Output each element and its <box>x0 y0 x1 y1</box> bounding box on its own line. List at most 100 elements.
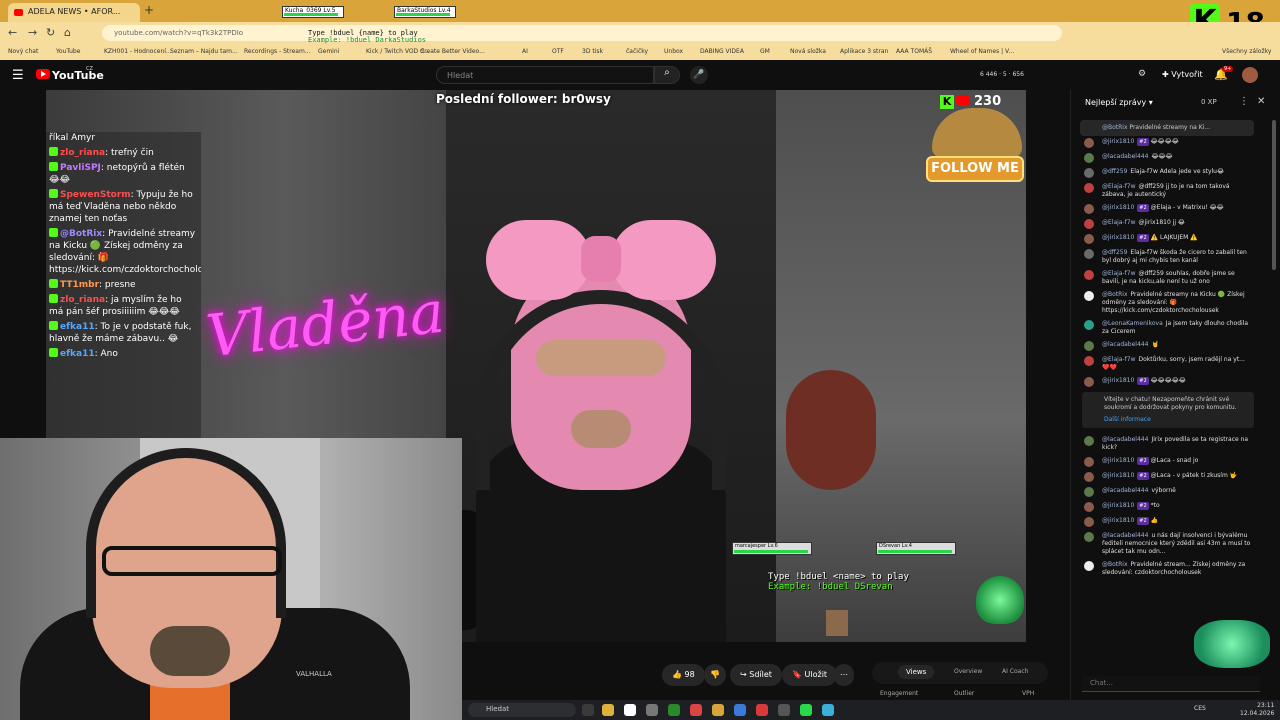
chat-message[interactable]: @lacadabel444 😂😂😂 <box>1082 153 1254 163</box>
chat-avatar[interactable] <box>1084 377 1094 387</box>
tab-views[interactable]: Views <box>898 665 935 679</box>
bookmark-item[interactable]: OTF <box>552 48 564 55</box>
bookmark-item[interactable]: DABING VIDEA <box>700 48 744 55</box>
chat-message[interactable]: @lacadabel444 🤘 <box>1082 341 1254 351</box>
chat-avatar[interactable] <box>1084 532 1094 542</box>
bookmark-item[interactable]: KZH001 - Hodnocení... <box>104 48 172 55</box>
chat-message[interactable]: @Elaja-f7w @dff259 souhlas, dobře jsme se… <box>1082 270 1254 286</box>
chat-avatar[interactable] <box>1084 183 1094 193</box>
bookmark-item[interactable]: čačičky <box>626 48 648 55</box>
youtube-logo-icon[interactable] <box>36 69 50 79</box>
share-button[interactable]: ↪ Sdílet <box>730 664 782 686</box>
chat-message[interactable]: @jirix1810 #2 👍 <box>1082 517 1254 527</box>
bookmark-item[interactable]: 3D tisk <box>582 48 603 55</box>
chat-message[interactable]: @Elaja-f7w Doktůrku, sorry, jsem radějí n… <box>1082 356 1254 372</box>
chat-username[interactable]: @jirix1810 <box>1102 204 1134 211</box>
bookmark-item[interactable]: Recordings - Stream... <box>244 48 311 55</box>
system-clock[interactable]: 23:11 12.04.2026 <box>1240 702 1274 718</box>
chat-input[interactable]: Chat... <box>1082 676 1260 692</box>
chat-username[interactable]: @jirix1810 <box>1102 517 1134 524</box>
forward-icon[interactable]: → <box>28 26 37 39</box>
more-options-icon[interactable]: ⋯ <box>834 664 854 686</box>
chat-avatar[interactable] <box>1084 219 1094 229</box>
chat-avatar[interactable] <box>1084 204 1094 214</box>
chat-menu-icon[interactable]: ⋮ <box>1239 96 1249 107</box>
chat-message[interactable]: @jirix1810 #2 *to <box>1082 502 1254 512</box>
taskbar-search[interactable]: Hledat <box>468 703 576 717</box>
chat-username[interactable]: @jirix1810 <box>1102 138 1134 145</box>
steam-icon[interactable] <box>822 704 834 716</box>
chat-username[interactable]: @jirix1810 <box>1102 234 1134 241</box>
bookmark-item[interactable]: AI <box>522 48 528 55</box>
gear-icon[interactable]: ⚙ <box>1138 69 1146 79</box>
chat-username[interactable]: @lacadabel444 <box>1102 532 1148 539</box>
chat-username[interactable]: @lacadabel444 <box>1102 341 1148 348</box>
chat-avatar[interactable] <box>1084 356 1094 366</box>
chat-username[interactable]: @Elaja-f7w <box>1102 270 1135 277</box>
chat-message[interactable]: @jirix1810 #2 😂😂😂😂 <box>1082 138 1254 148</box>
bookmark-item[interactable]: GM <box>760 48 770 55</box>
chat-avatar[interactable] <box>1084 341 1094 351</box>
chat-scrollbar[interactable] <box>1272 120 1276 270</box>
search-button[interactable]: ⌕ <box>654 66 680 84</box>
chat-username[interactable]: @lacadabel444 <box>1102 153 1148 160</box>
chat-message[interactable]: @Elaja-f7w @dff259 jj to je na tom taková… <box>1082 183 1254 199</box>
bookmark-item[interactable]: Aplikace 3 stran <box>840 48 888 55</box>
url-field[interactable]: youtube.com/watch?v=qTk3k2TPDIo <box>102 25 1062 41</box>
youtube-brand[interactable]: YouTube <box>52 69 104 82</box>
chat-username[interactable]: @BotRix <box>1102 561 1128 568</box>
dislike-button[interactable]: 👎 <box>704 664 726 686</box>
tab-overview[interactable]: Overview <box>954 668 982 675</box>
create-button[interactable]: ✚ Vytvořit <box>1162 70 1203 79</box>
bookmark-item[interactable]: Wheel of Names | V... <box>950 48 1014 55</box>
bookmark-item[interactable]: AAA TOMÁŠ <box>896 48 932 55</box>
chat-username[interactable]: @BotRix <box>1102 291 1128 298</box>
chat-avatar[interactable] <box>1084 487 1094 497</box>
bookmark-item[interactable]: Gemini <box>318 48 339 55</box>
chat-avatar[interactable] <box>1084 517 1094 527</box>
file-explorer-icon[interactable] <box>602 704 614 716</box>
browser-tab[interactable]: ADELA NEWS • AFOR... <box>8 3 140 22</box>
chat-message[interactable]: @BotRix Pravidelné streamy na Kicku 🟢 Zís… <box>1082 291 1254 315</box>
chat-username[interactable]: @dff259 <box>1102 249 1127 256</box>
bookmark-item[interactable]: Create Better Video... <box>420 48 485 55</box>
xbox-icon[interactable] <box>668 704 680 716</box>
chat-notice-link[interactable]: Další informace <box>1104 416 1248 424</box>
bookmark-item[interactable]: Seznam – Najdu tam... <box>170 48 238 55</box>
chat-message[interactable]: @jirix1810 #2 😂😂😂😂😂 <box>1082 377 1254 387</box>
chat-username[interactable]: @dff259 <box>1102 168 1127 175</box>
chat-avatar[interactable] <box>1084 291 1094 301</box>
chat-avatar[interactable] <box>1084 561 1094 571</box>
bookmark-item[interactable]: YouTube <box>56 48 80 55</box>
chat-message[interactable]: @jirix1810 #2 @Laca - v pátek ti zkusím 🤟 <box>1082 472 1254 482</box>
chat-message[interactable]: @dff259 Elaja-f7w Adela jede ve stylu😂 <box>1082 168 1254 178</box>
tiktok-icon[interactable] <box>624 704 636 716</box>
chat-avatar[interactable] <box>1084 168 1094 178</box>
language-indicator[interactable]: CES <box>1194 705 1206 712</box>
chat-avatar[interactable] <box>1084 436 1094 446</box>
chat-username[interactable]: @Elaja-f7w <box>1102 183 1135 190</box>
chat-message[interactable]: @jirix1810 #2 @Laca - snad jo <box>1082 457 1254 467</box>
chrome-icon[interactable] <box>690 704 702 716</box>
new-tab-button[interactable]: + <box>144 3 154 17</box>
calculator-icon[interactable] <box>734 704 746 716</box>
chat-username[interactable]: @jirix1810 <box>1102 502 1134 509</box>
chat-username[interactable]: @jirix1810 <box>1102 472 1134 479</box>
chat-username[interactable]: @jirix1810 <box>1102 457 1134 464</box>
chat-username[interactable]: @Elaja-f7w <box>1102 356 1135 363</box>
search-input[interactable]: Hledat <box>436 66 654 84</box>
media-player-icon[interactable] <box>800 704 812 716</box>
bookmark-item[interactable]: Všechny záložky <box>1222 48 1271 55</box>
account-avatar[interactable] <box>1242 67 1258 83</box>
chat-message[interactable]: @lacadabel444 výborně <box>1082 487 1254 497</box>
chat-message[interactable]: @lacadabel444 u nás dají insolvenci i býv… <box>1082 532 1254 556</box>
bookmark-item[interactable]: Nový chat <box>8 48 38 55</box>
chat-avatar[interactable] <box>1084 270 1094 280</box>
pinned-message[interactable]: @BotRix Pravidelné streamy na Ki... <box>1080 120 1254 136</box>
chat-username[interactable]: @jirix1810 <box>1102 377 1134 384</box>
chat-username[interactable]: @LeonaKamenikova <box>1102 320 1163 327</box>
chat-avatar[interactable] <box>1084 138 1094 148</box>
chat-message[interactable]: @LeonaKamenikova Ja jsem taky dlouho chod… <box>1082 320 1254 336</box>
chat-message[interactable]: @dff259 Elaja-f7w škoda že cicero to zaba… <box>1082 249 1254 265</box>
chat-username[interactable]: @Elaja-f7w <box>1102 219 1135 226</box>
